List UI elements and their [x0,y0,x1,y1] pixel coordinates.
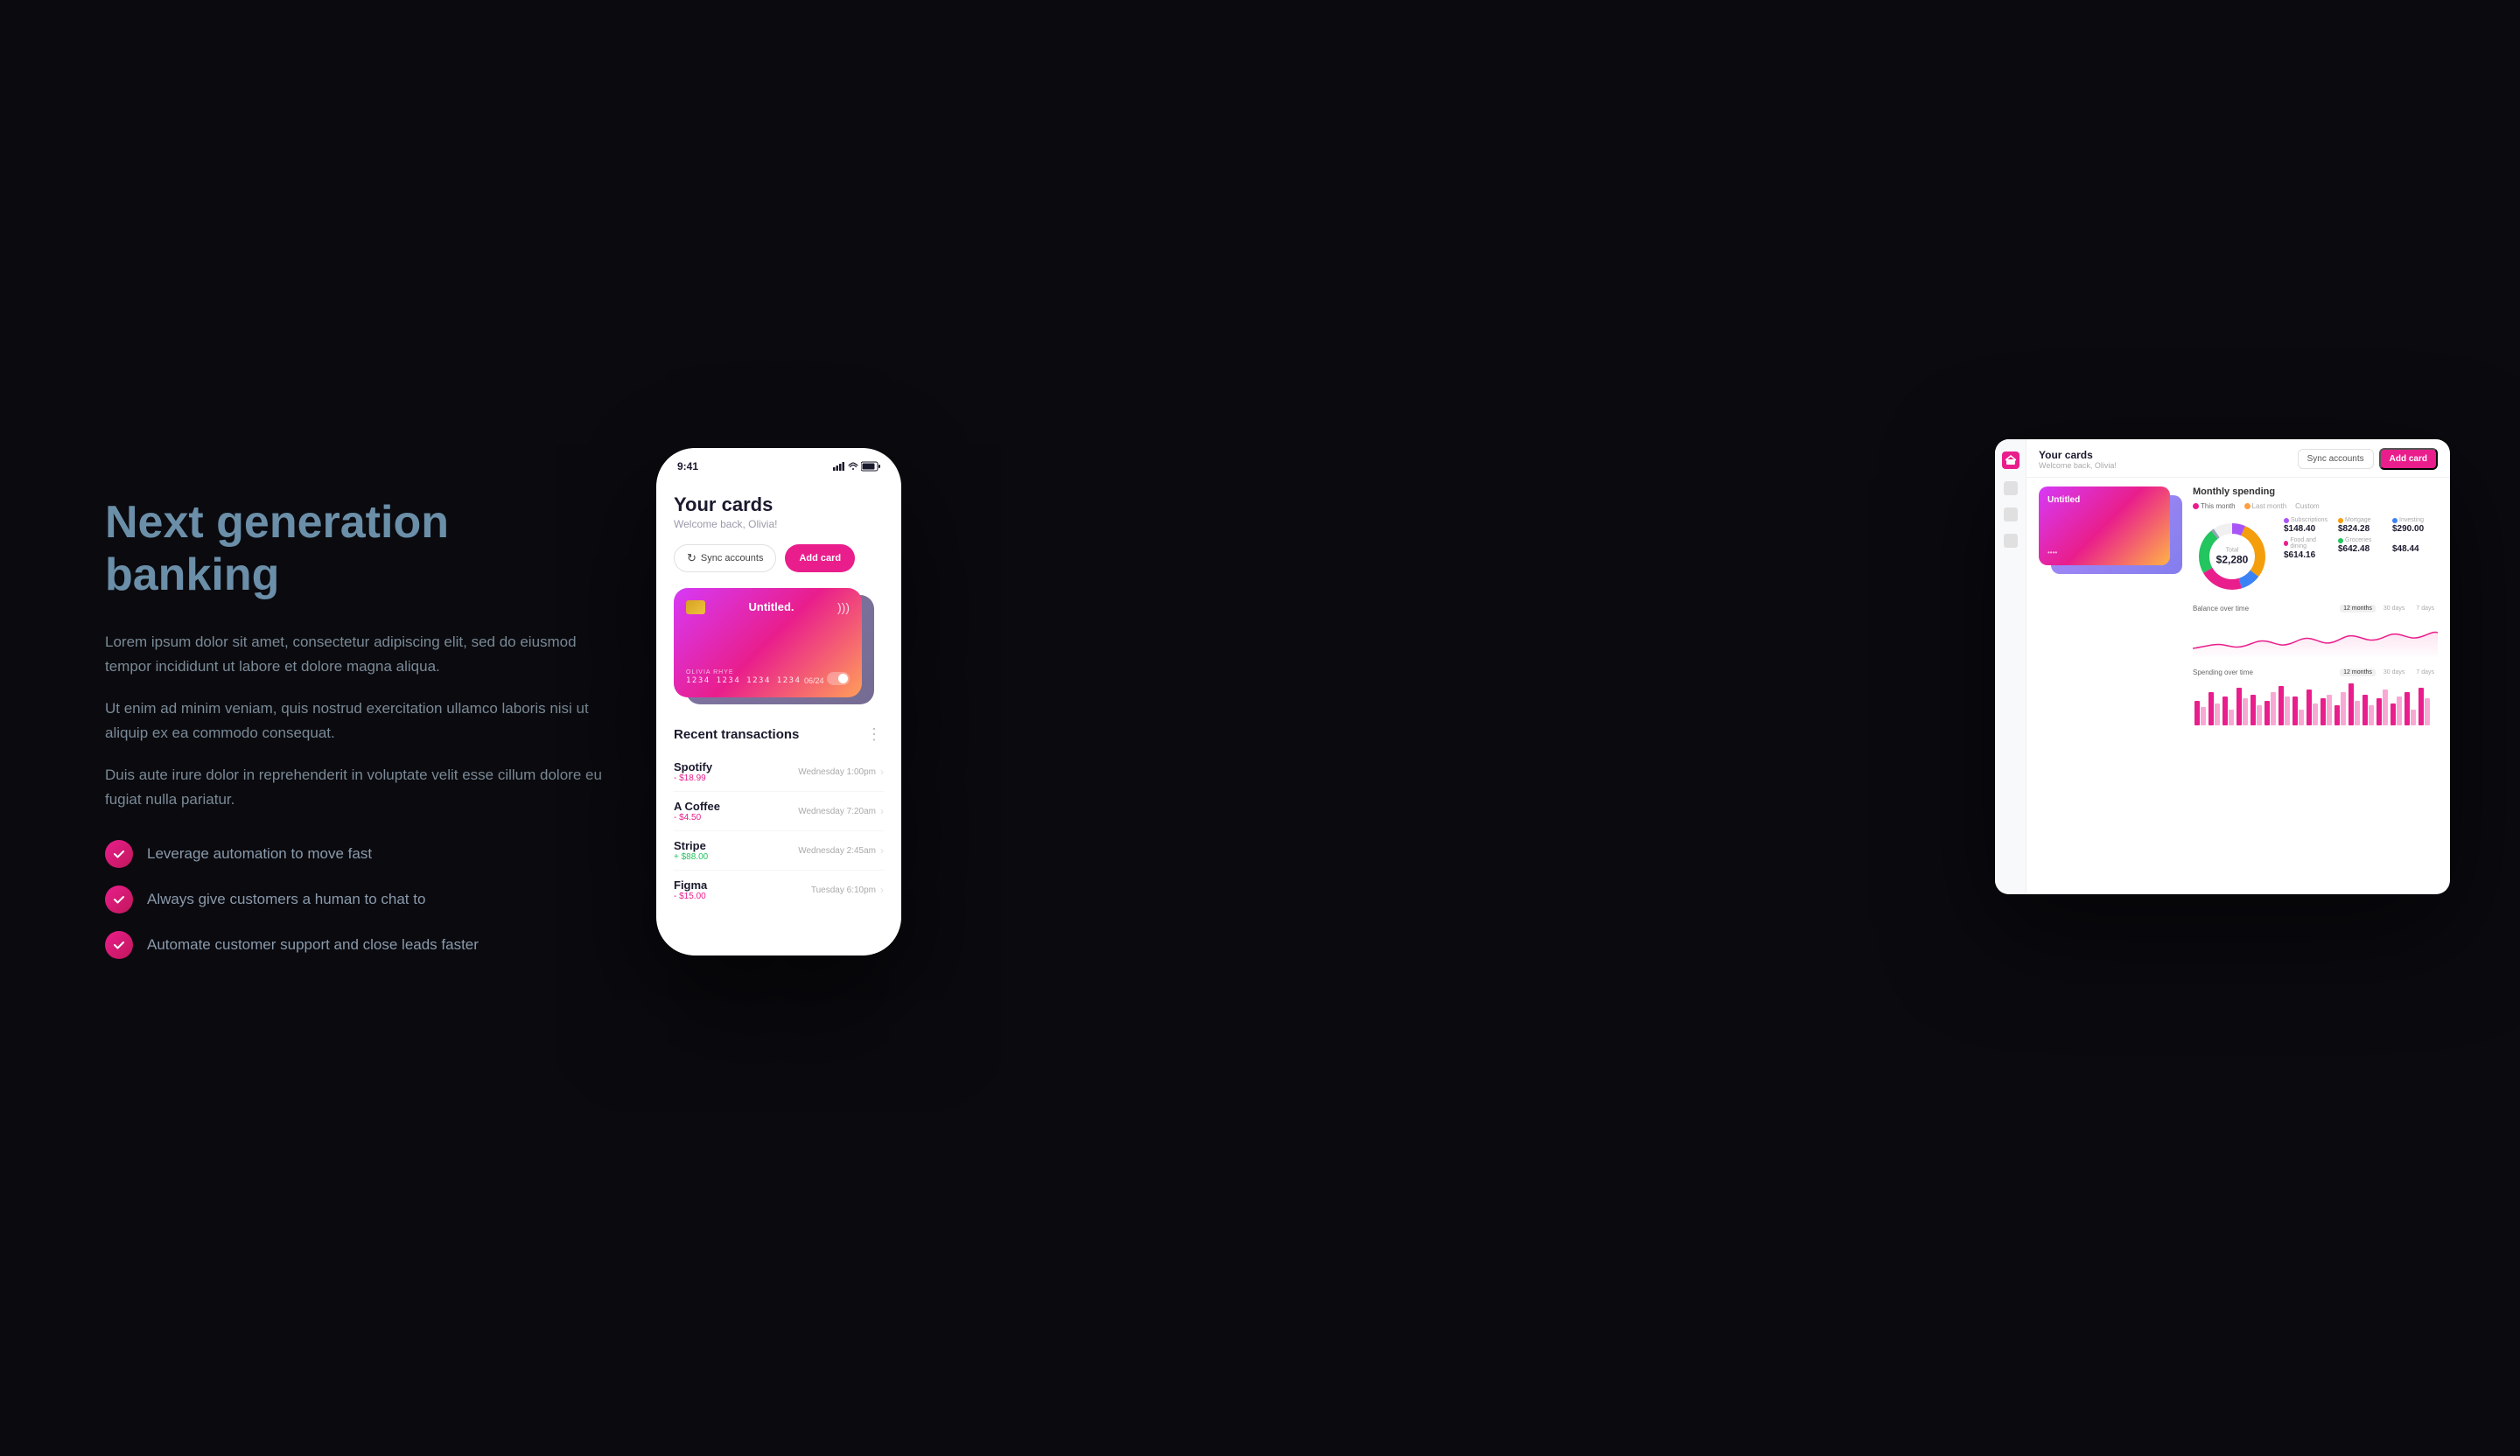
body-text-3: Duis aute irure dolor in reprehenderit i… [105,763,612,812]
donut-total-label: Total [2216,548,2249,554]
feature-text-2: Always give customers a human to chat to [147,891,425,908]
filter-this-month: This month [2201,502,2236,510]
dashboard-sidebar [1995,439,2026,894]
dashboard-sync-button[interactable]: Sync accounts [2298,449,2374,469]
transaction-figma: Figma - $15.00 Tuesday 6:10pm › [674,871,884,909]
card-toggle[interactable] [827,672,850,685]
tx-figma-time: Tuesday 6:10pm [811,886,876,895]
feature-item-1: Leverage automation to move fast [105,840,612,868]
right-content: Your cards Welcome back, Olivia! Sync ac… [612,422,2450,1034]
transaction-coffee: A Coffee - $4.50 Wednesday 7:20am › [674,792,884,831]
main-heading: Next generation banking [105,497,612,602]
line-chart-svg [2193,615,2438,659]
time-30d[interactable]: 30 days [2380,605,2409,612]
check-icon-3 [105,931,133,959]
feature-item-2: Always give customers a human to chat to [105,886,612,914]
stat-mortgage-label: Mortgage [2345,517,2371,523]
bar-time-30d[interactable]: 30 days [2380,668,2409,676]
stat-groceries-label: Groceries [2345,537,2371,543]
tx-figma-amount: - $15.00 [674,892,707,901]
dashboard-title: Your cards [2039,449,2117,461]
spending-over-time-label: Spending over time [2193,668,2253,676]
tx-figma-name: Figma [674,878,707,892]
card-toggle-dot [838,674,848,683]
body-text-1: Lorem ipsum dolor sit amet, consectetur … [105,630,612,679]
stat-mortgage-value: $824.28 [2338,524,2384,534]
tx-spotify-name: Spotify [674,760,712,774]
card-chip [686,600,705,614]
card-title-display: Untitled. [749,600,794,613]
dashboard-add-card-button[interactable]: Add card [2379,448,2438,470]
dashboard-subtitle: Welcome back, Olivia! [2039,461,2117,470]
body-text-2: Ut enim ad minim veniam, quis nostrud ex… [105,696,612,746]
stat-investing-label: Investing [2399,517,2424,523]
feature-item-3: Automate customer support and close lead… [105,931,612,959]
donut-total-value: $2,280 [2216,554,2249,566]
battery-icon [861,461,880,472]
check-icon-2 [105,886,133,914]
stat-subscriptions-label: Subscriptions [2291,517,2328,523]
card-holder-name: OLIVIA RHYE [686,669,801,676]
card-wifi-symbol: ))) [837,600,850,614]
tx-coffee-time: Wednesday 7:20am [798,807,876,816]
dashboard-sidebar-icon-cards [2004,508,2018,522]
filter-last-month: Last month [2252,502,2287,510]
tx-coffee-chevron[interactable]: › [880,805,884,817]
tx-coffee-name: A Coffee [674,800,720,813]
tx-stripe-chevron[interactable]: › [880,844,884,857]
balance-over-time-label: Balance over time [2193,605,2249,612]
tx-spotify-time: Wednesday 1:00pm [798,767,876,777]
check-icon-1 [105,840,133,868]
tx-spotify-chevron[interactable]: › [880,766,884,778]
features-list: Leverage automation to move fast Always … [105,840,612,959]
left-content: Next generation banking Lorem ipsum dolo… [105,497,612,959]
filter-custom: Custom [2295,502,2320,510]
feature-text-1: Leverage automation to move fast [147,845,372,863]
dashboard-sidebar-icon-settings [2004,534,2018,548]
phone-sync-button[interactable]: ↻ Sync accounts [674,544,776,572]
tx-coffee-amount: - $4.50 [674,813,720,822]
stat-food-value: $614.16 [2284,550,2329,560]
stat-food-label: Food and dining [2290,537,2329,550]
monthly-spending-label: Monthly spending [2193,486,2438,497]
tx-stripe-name: Stripe [674,839,708,852]
card-preview-title-1: Untitled [2048,495,2161,505]
phone-mockup: 9:41 [656,448,901,956]
bar-time-12m[interactable]: 12 months [2340,668,2376,676]
signal-icon [833,462,845,471]
tx-spotify-amount: - $18.99 [674,774,712,783]
bar-time-7d[interactable]: 7 days [2412,668,2438,676]
stat-investing-value: $290.00 [2392,524,2438,534]
phone-status-time: 9:41 [677,460,698,472]
transaction-stripe: Stripe + $88.00 Wednesday 2:45am › [674,831,884,871]
phone-heading: Your cards [674,494,884,516]
tx-stripe-amount: + $88.00 [674,852,708,862]
tx-figma-chevron[interactable]: › [880,884,884,896]
tx-stripe-time: Wednesday 2:45am [798,846,876,856]
phone-add-card-button[interactable]: Add card [785,544,855,572]
transaction-spotify: Spotify - $18.99 Wednesday 1:00pm › [674,752,884,792]
stat-subscriptions-value: $148.40 [2284,524,2329,534]
phone-subtitle: Welcome back, Olivia! [674,518,884,530]
wifi-icon [848,462,858,471]
stat-groceries-value: $642.48 [2338,544,2384,554]
bar-chart-svg [2193,679,2438,727]
dashboard-sidebar-icon-chart [2004,481,2018,495]
stat-other-value: $48.44 [2392,544,2438,554]
feature-text-3: Automate customer support and close lead… [147,936,479,954]
dashboard-sidebar-icon-home [2002,452,2020,469]
more-options-icon[interactable]: ⋮ [866,726,884,742]
time-12m[interactable]: 12 months [2340,605,2376,612]
time-7d[interactable]: 7 days [2412,605,2438,612]
sync-icon: ↻ [687,551,696,565]
desktop-dashboard: Your cards Welcome back, Olivia! Sync ac… [1995,439,2450,894]
card-number: 1234 1234 1234 1234 [686,676,801,685]
page-container: Next generation banking Lorem ipsum dolo… [0,0,2520,1456]
transactions-title: Recent transactions [674,727,799,742]
card-expiry: 06/24 [804,676,824,685]
phone-screen: 9:41 [656,448,901,956]
